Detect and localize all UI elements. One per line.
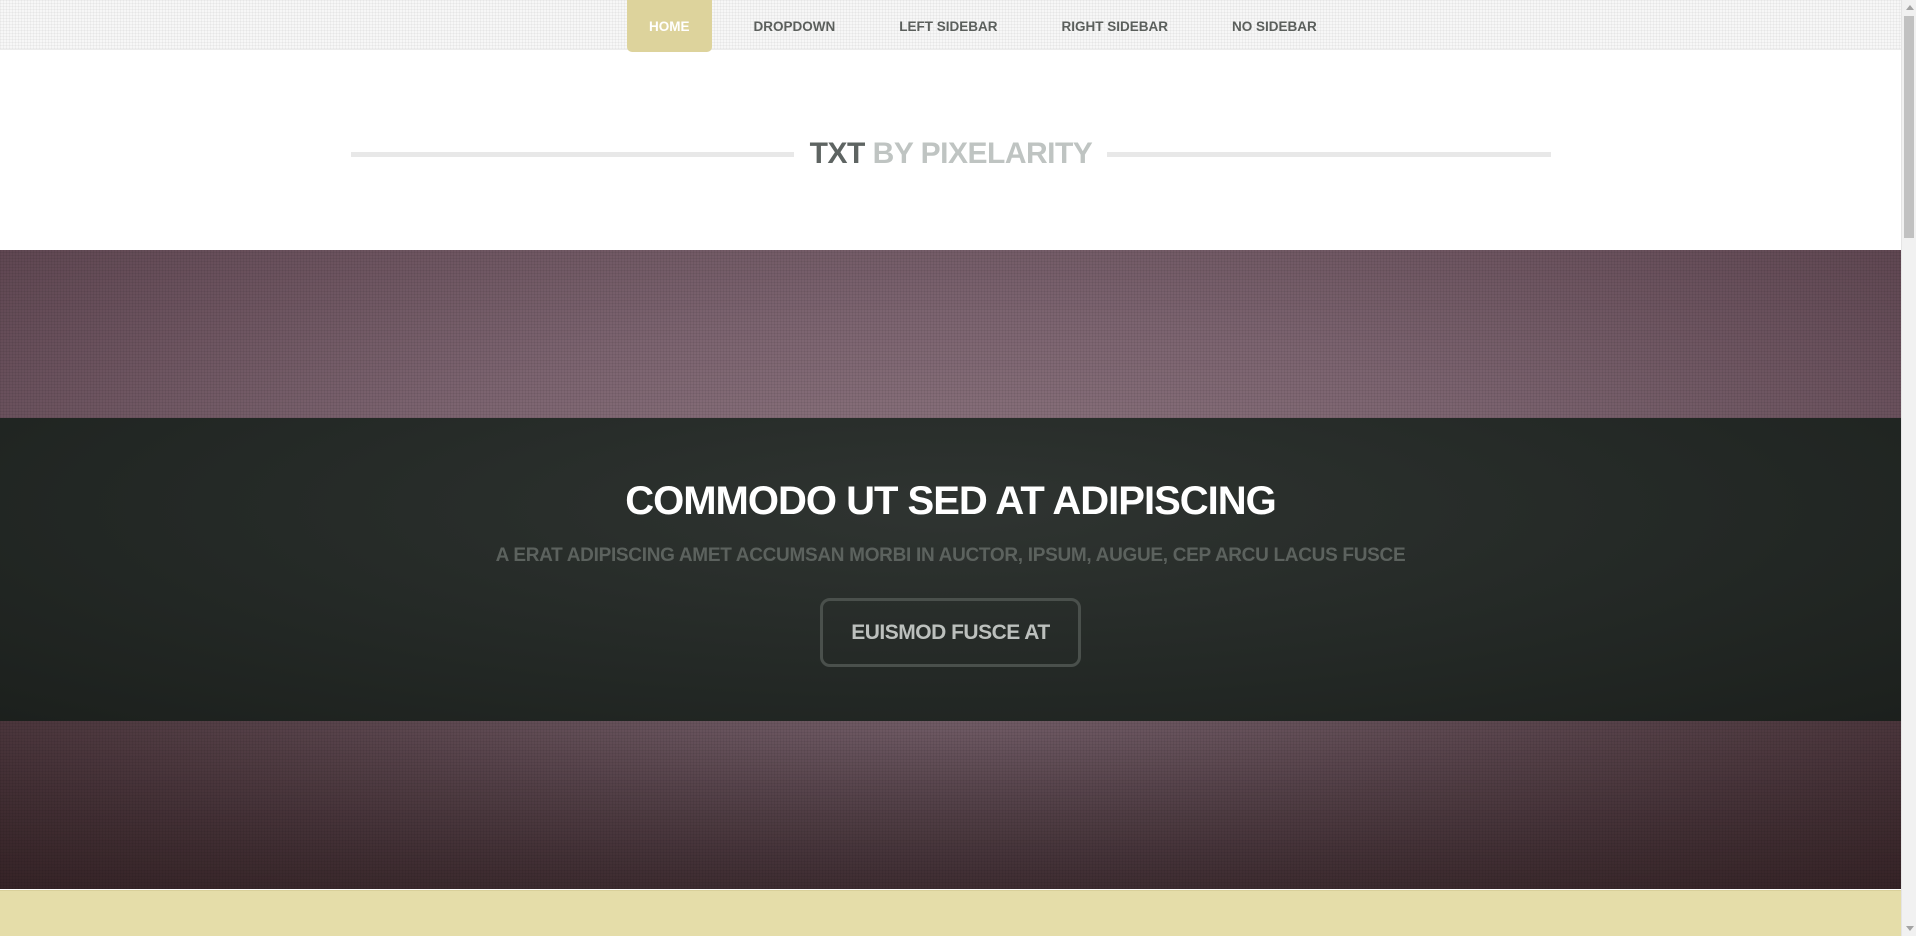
scroll-up-button[interactable] — [1902, 0, 1916, 15]
site-logo: TXT BY PIXELARITY — [351, 132, 1551, 176]
nav-item-left-sidebar[interactable]: LEFT SIDEBAR — [878, 0, 1018, 52]
site-title-light: BY PIXELARITY — [864, 137, 1093, 170]
nav-item-dropdown[interactable]: DROPDOWN — [733, 0, 857, 52]
site-title-strong: TXT — [809, 137, 866, 170]
banner-subtitle: A ERAT ADIPISCING AMET ACCUMSAN MORBI IN… — [495, 545, 1406, 566]
nav-menu: HOME DROPDOWN LEFT SIDEBAR RIGHT SIDEBAR… — [627, 0, 1360, 52]
nav-item-home[interactable]: HOME — [627, 0, 712, 52]
banner-bottom-shade — [0, 720, 1901, 889]
top-navigation: HOME DROPDOWN LEFT SIDEBAR RIGHT SIDEBAR… — [0, 0, 1901, 52]
site-title[interactable]: TXT BY PIXELARITY — [351, 132, 1551, 176]
scrollbar-thumb[interactable] — [1904, 16, 1914, 238]
nav-item-right-sidebar[interactable]: RIGHT SIDEBAR — [1041, 0, 1190, 52]
scroll-down-button[interactable] — [1902, 921, 1916, 936]
banner-title: COMMODO UT SED AT ADIPISCING — [625, 479, 1277, 523]
vertical-scrollbar[interactable] — [1901, 0, 1916, 936]
triangle-up-icon — [1905, 5, 1914, 10]
banner-caption: COMMODO UT SED AT ADIPISCING A ERAT ADIP… — [0, 418, 1901, 721]
nav-item-no-sidebar[interactable]: NO SIDEBAR — [1211, 0, 1338, 52]
page: HOME DROPDOWN LEFT SIDEBAR RIGHT SIDEBAR… — [0, 0, 1901, 936]
triangle-down-icon — [1905, 926, 1914, 931]
bottom-accent-strip — [0, 890, 1901, 936]
hero-banner: COMMODO UT SED AT ADIPISCING A ERAT ADIP… — [0, 250, 1901, 889]
banner-cta-button[interactable]: EUISMOD FUSCE AT — [820, 598, 1081, 667]
